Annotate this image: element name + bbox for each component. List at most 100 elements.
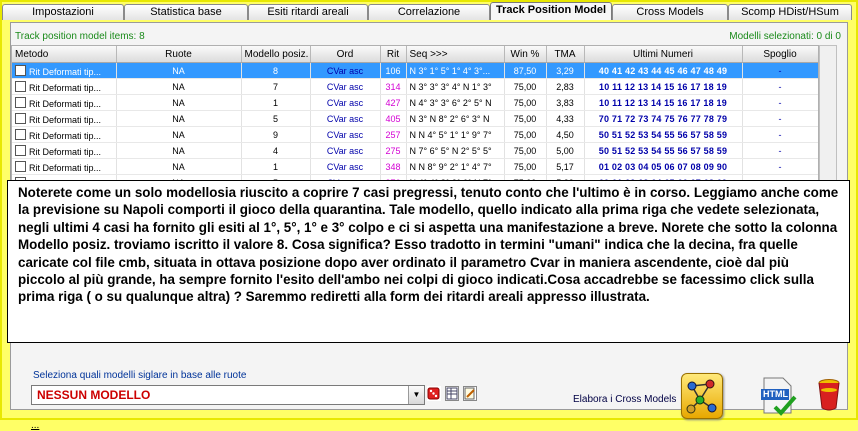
column-header[interactable]: Win %	[504, 46, 547, 63]
table-row[interactable]: Rit Deformati tip... NA 1 CVar asc 348 N N 8°…	[12, 158, 818, 175]
cell-tma: 2,83	[546, 78, 585, 95]
select-models-label: Seleziona quali modelli siglare in base …	[33, 370, 247, 381]
cell-numeri: 50 51 52 53 54 55 56 57 58 59	[584, 142, 743, 159]
explanation-callout: Noterete come un solo modellosia riuscit…	[7, 180, 850, 343]
cell-seq-text: N 4° 3° 3° 6° 2° 5° N	[409, 97, 492, 108]
items-count-label: Track position model items: 8	[15, 31, 145, 42]
cell-spoglio: -	[742, 142, 818, 159]
cell-tma: 3,83	[546, 94, 585, 111]
cell-ord: CVar asc	[310, 78, 381, 95]
cell-metodo-text: Rit Deformati tip...	[29, 146, 102, 157]
table-view-icon[interactable]	[445, 386, 459, 401]
cell-win-text: 75,00	[513, 81, 537, 92]
table-row[interactable]: Rit Deformati tip... NA 9 CVar asc 257 N N 4°…	[12, 126, 818, 143]
cell-metodo: Rit Deformati tip...	[12, 94, 117, 111]
cell-win-text: 75,00	[513, 161, 537, 172]
column-header[interactable]: Seq >>>	[406, 46, 505, 63]
cell-tma-text: 3,29	[556, 65, 574, 76]
cell-metodo: Rit Deformati tip...	[12, 110, 117, 127]
tab-correlazione[interactable]: Correlazione	[368, 4, 490, 20]
cell-modello-text: 7	[272, 81, 278, 92]
cell-ruote: NA	[116, 78, 242, 95]
cell-tma: 3,29	[546, 62, 585, 79]
selected-count-label: Modelli selezionati: 0 di 0	[729, 31, 841, 42]
table-row[interactable]: Rit Deformati tip... NA 7 CVar asc 314 N 3° 3…	[12, 78, 818, 95]
cell-seq-text: N N 4° 5° 1° 1° 9° 7°	[409, 129, 492, 140]
cell-spoglio: -	[742, 94, 818, 111]
dice-icon[interactable]	[427, 386, 441, 401]
table-row[interactable]: Rit Deformati tip... NA 5 CVar asc 405 N 3° N…	[12, 110, 818, 127]
table-row[interactable]: Rit Deformati tip... NA 1 CVar asc 427 N 4° 3…	[12, 94, 818, 111]
cell-rit-text: 348	[385, 161, 401, 172]
cell-numeri: 10 11 12 13 14 15 16 17 18 19	[584, 94, 743, 111]
cell-spoglio-text: -	[778, 81, 782, 92]
cell-rit-text: 257	[385, 129, 401, 140]
cell-rit-text: 427	[385, 97, 401, 108]
row-checkbox[interactable]	[15, 160, 26, 172]
cell-rit: 348	[380, 158, 407, 175]
column-header[interactable]: Spoglio	[742, 46, 818, 63]
column-header[interactable]: Metodo	[12, 46, 117, 63]
cell-spoglio: -	[742, 126, 818, 143]
cell-seq-text: N 3° 1° 5° 1° 4° 3°...	[409, 65, 491, 76]
table-row[interactable]: Rit Deformati tip... NA 4 CVar asc 275 N 7° 6…	[12, 142, 818, 159]
cell-tma: 5,00	[546, 142, 585, 159]
cell-metodo-text: Rit Deformati tip...	[29, 130, 102, 141]
cell-modello: 7	[241, 78, 311, 95]
delete-bucket-icon[interactable]	[817, 378, 841, 412]
cell-spoglio: -	[742, 62, 818, 79]
column-header[interactable]: Ultimi Numeri	[584, 46, 743, 63]
cell-modello: 5	[241, 110, 311, 127]
cell-metodo-text: Rit Deformati tip...	[29, 82, 102, 93]
row-checkbox[interactable]	[15, 144, 26, 156]
cell-rit: 257	[380, 126, 407, 143]
ruote-model-combo[interactable]: NESSUN MODELLO ▼	[31, 385, 425, 405]
cell-win: 75,00	[504, 126, 547, 143]
tab-esiti-ritardi-areali[interactable]: Esiti ritardi areali	[248, 4, 368, 20]
link-dots[interactable]: ...	[31, 420, 39, 431]
cell-rit: 275	[380, 142, 407, 159]
tab-cross-models[interactable]: Cross Models	[612, 4, 728, 20]
row-checkbox[interactable]	[15, 112, 26, 124]
cell-win: 75,00	[504, 78, 547, 95]
cell-ruote: NA	[116, 62, 242, 79]
cell-rit-text: 405	[385, 113, 401, 124]
chevron-down-icon[interactable]: ▼	[408, 386, 424, 404]
row-checkbox[interactable]	[15, 80, 26, 92]
cell-numeri: 10 11 12 13 14 15 16 17 18 19	[584, 78, 743, 95]
column-header[interactable]: Ruote	[116, 46, 242, 63]
cell-ord: CVar asc	[310, 126, 381, 143]
tab-impostazioni[interactable]: Impostazioni	[2, 4, 124, 20]
html-export-icon[interactable]: HTML	[761, 377, 797, 417]
cell-win: 75,00	[504, 142, 547, 159]
cell-metodo: Rit Deformati tip...	[12, 126, 117, 143]
table-row[interactable]: Rit Deformati tip... NA 8 CVar asc 106 N 3° 1…	[12, 62, 818, 79]
cell-win: 87,50	[504, 62, 547, 79]
column-header[interactable]: Rit	[380, 46, 407, 63]
tab-scomp-hdist-hsum[interactable]: Scomp HDist/HSum	[728, 4, 852, 20]
row-checkbox[interactable]	[15, 96, 26, 108]
cell-rit-text: 314	[385, 81, 401, 92]
cell-ord: CVar asc	[310, 142, 381, 159]
edit-note-icon[interactable]	[463, 386, 477, 401]
cell-metodo: Rit Deformati tip...	[12, 62, 117, 79]
cross-models-network-icon[interactable]	[681, 373, 723, 419]
cell-rit-text: 106	[385, 65, 401, 76]
cell-spoglio: -	[742, 78, 818, 95]
cell-seq: N 3° 1° 5° 1° 4° 3°...	[406, 62, 505, 79]
cell-numeri-text: 01 02 03 04 05 06 07 08 09 90	[598, 161, 728, 172]
cell-metodo-text: Rit Deformati tip...	[29, 162, 102, 173]
tab-track-position-model[interactable]: Track Position Model	[490, 2, 612, 20]
column-header[interactable]: TMA	[546, 46, 585, 63]
cell-numeri: 01 02 03 04 05 06 07 08 09 90	[584, 158, 743, 175]
column-header[interactable]: Ord	[310, 46, 381, 63]
tab-statistica-base[interactable]: Statistica base	[124, 4, 248, 20]
cell-metodo: Rit Deformati tip...	[12, 158, 117, 175]
cell-modello-text: 8	[272, 65, 278, 76]
grid-body: Rit Deformati tip... NA 8 CVar asc 106 N 3° 1…	[12, 62, 818, 191]
cell-rit-text: 275	[385, 145, 401, 156]
cell-tma-text: 2,83	[556, 81, 574, 92]
row-checkbox[interactable]	[15, 128, 26, 140]
column-header[interactable]: Modello posiz.	[241, 46, 311, 63]
row-checkbox[interactable]	[15, 64, 26, 76]
